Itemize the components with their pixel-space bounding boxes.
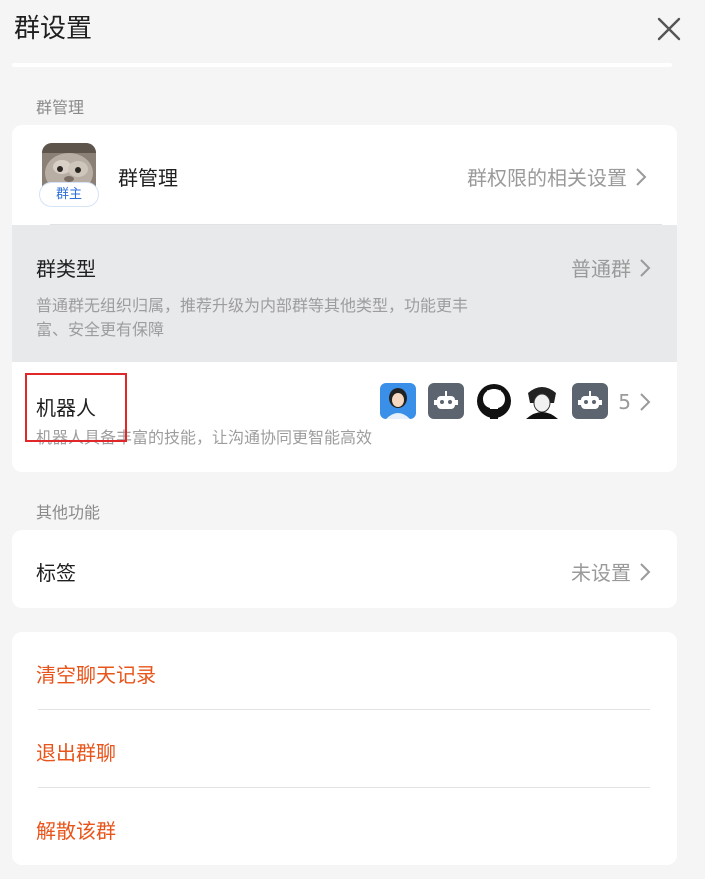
group-type-desc-line2: 富、安全更有保障 — [36, 320, 165, 339]
divider — [38, 709, 650, 710]
github-icon — [476, 383, 512, 419]
section-label-group-manage: 群管理 — [36, 98, 85, 117]
page-title: 群设置 — [14, 14, 93, 44]
group-type-row[interactable]: 群类型 普通群 普通群无组织归属，推荐升级为内部群等其他类型，功能更丰 富、安全… — [12, 225, 677, 362]
person-avatar-icon — [380, 383, 416, 419]
group-permissions-text: 群权限的相关设置 — [467, 166, 627, 190]
robot-icon — [428, 383, 464, 419]
header: 群设置 — [0, 0, 705, 67]
dissolve-group-button[interactable]: 解散该群 — [36, 815, 116, 844]
group-manage-row[interactable]: 群主 群管理 群权限的相关设置 — [12, 125, 677, 225]
group-type-title: 群类型 — [36, 257, 96, 281]
chevron-right-icon — [636, 167, 647, 186]
highlight-box — [25, 373, 127, 442]
robot-icon — [572, 383, 608, 419]
chevron-right-icon — [640, 562, 651, 581]
chevron-right-icon — [640, 393, 651, 411]
group-manage-title: 群管理 — [118, 166, 178, 190]
quit-group-button[interactable]: 退出群聊 — [36, 737, 116, 766]
tag-row[interactable]: 标签 未设置 — [12, 530, 677, 608]
owner-badge: 群主 — [39, 182, 99, 207]
tag-title: 标签 — [36, 561, 76, 585]
close-icon[interactable] — [652, 12, 686, 46]
tag-value: 未设置 — [571, 561, 631, 585]
tag-right: 未设置 — [571, 557, 651, 586]
header-divider — [12, 63, 672, 67]
actions-card: 清空聊天记录 退出群聊 解散该群 — [12, 632, 677, 865]
robot-right: 5 — [618, 390, 651, 414]
divider — [38, 787, 650, 788]
anime-avatar-icon — [524, 383, 560, 419]
other-card: 标签 未设置 — [12, 530, 677, 608]
robot-count: 5 — [618, 390, 631, 414]
group-type-desc-line1: 普通群无组织归属，推荐升级为内部群等其他类型，功能更丰 — [36, 296, 469, 315]
clear-history-button[interactable]: 清空聊天记录 — [36, 659, 156, 688]
chevron-right-icon — [640, 258, 651, 277]
group-manage-right: 群权限的相关设置 — [467, 162, 647, 191]
group-type-right: 普通群 — [571, 253, 651, 282]
section-label-other: 其他功能 — [36, 503, 101, 522]
group-type-value: 普通群 — [571, 257, 631, 281]
